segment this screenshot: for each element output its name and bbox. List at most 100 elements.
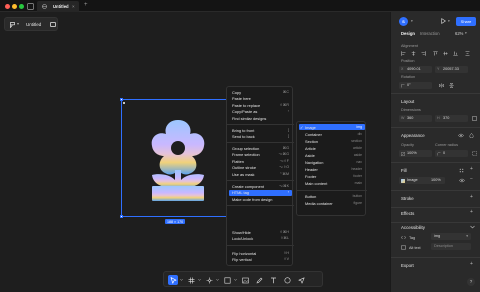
resize-handle-top-left[interactable] [120, 98, 123, 101]
y-position-input[interactable]: Y 20057.33 [435, 66, 468, 73]
tag-option-media-container[interactable]: Media container figure [299, 200, 365, 206]
eye-icon[interactable] [458, 133, 464, 138]
shape-tool[interactable] [222, 275, 232, 285]
maximize-window-button[interactable] [19, 4, 24, 9]
file-name: Untitled [26, 22, 42, 27]
share-button[interactable]: Share [456, 17, 476, 26]
menu-item-make-code[interactable]: Make code from design [229, 196, 292, 202]
x-position-input[interactable]: X 4090.01 [399, 66, 432, 73]
chevron-down-icon[interactable] [180, 278, 183, 282]
rotation-input[interactable]: 0° [399, 82, 432, 89]
text-tool[interactable] [268, 275, 278, 285]
chevron-down-icon[interactable]: ▾ [448, 19, 450, 23]
independent-corners-icon[interactable] [472, 151, 477, 156]
menu-item-copy[interactable]: Copy ⌘C [229, 89, 292, 95]
tab-design[interactable]: Design [401, 31, 415, 36]
flip-vertical-icon[interactable] [449, 83, 454, 88]
constrain-proportions-icon[interactable] [472, 116, 477, 121]
corner-radius-handle[interactable] [123, 102, 125, 104]
menu-item-create-component[interactable]: Create component ⌥⌘K [229, 183, 292, 189]
align-top-icon[interactable] [433, 51, 438, 56]
add-fill-icon[interactable]: + [470, 166, 473, 172]
minimize-window-button[interactable] [12, 4, 17, 9]
menu-item-copy-paste-as[interactable]: Copy/Paste as › [229, 109, 292, 115]
pen-tool[interactable] [204, 275, 214, 285]
frame-tool[interactable] [186, 275, 196, 285]
tag-option-article[interactable]: Article article [299, 145, 365, 151]
align-right-icon[interactable] [421, 51, 426, 56]
menu-item-flip-vertical[interactable]: Flip vertical ⇧V [229, 257, 292, 263]
panel-toggle-icon[interactable] [50, 22, 56, 27]
menu-item-flip-horizontal[interactable]: Flip horizontal ⇧H [229, 250, 292, 256]
tag-option-container[interactable]: Container div [299, 131, 365, 137]
align-bottom-icon[interactable] [453, 51, 458, 56]
chevron-down-icon[interactable]: ▾ [465, 31, 467, 35]
chevron-down-icon[interactable] [198, 278, 201, 282]
tag-select[interactable]: img ▾ [431, 233, 471, 240]
comment-tool[interactable] [282, 275, 292, 285]
menu-item-flatten[interactable]: Flatten ⌥⇧F [229, 158, 292, 164]
tag-option-button[interactable]: Button button [299, 193, 365, 199]
add-stroke-icon[interactable]: + [470, 194, 473, 200]
tab-untitled[interactable]: Untitled × [37, 1, 79, 12]
image-tool[interactable] [240, 275, 250, 285]
pencil-tool[interactable] [254, 275, 264, 285]
tag-option-image[interactable]: ✓ Image img [299, 124, 365, 130]
tag-option-header[interactable]: Header header [299, 166, 365, 172]
fill-styles-icon[interactable] [459, 168, 464, 173]
remove-fill-icon[interactable]: − [470, 176, 473, 182]
menu-item-find-similar[interactable]: Find similar designs [229, 115, 292, 121]
menu-item-group-selection[interactable]: Group selection ⌘G [229, 145, 292, 151]
avatar[interactable]: S [399, 17, 408, 26]
tag-option-footer[interactable]: Footer footer [299, 173, 365, 179]
close-window-button[interactable] [5, 4, 10, 9]
add-export-icon[interactable]: + [470, 261, 473, 267]
new-tab-icon[interactable]: + [84, 2, 88, 8]
blend-mode-icon[interactable] [469, 133, 474, 138]
menu-divider [227, 245, 294, 246]
corner-radius-input[interactable]: 0 [435, 150, 468, 157]
menu-item-lock-unlock[interactable]: Lock/Unlock ⇧⌘L [229, 236, 292, 242]
file-menu[interactable]: ▾ Untitled [4, 17, 58, 31]
chevron-down-icon[interactable] [470, 225, 475, 229]
chevron-down-icon[interactable] [234, 278, 237, 282]
width-input[interactable]: W 360 [399, 115, 432, 122]
menu-item-send-to-back[interactable]: Send to back [ [229, 134, 292, 140]
chevron-down-icon[interactable] [216, 278, 219, 282]
add-effect-icon[interactable]: + [470, 209, 473, 215]
eye-icon[interactable] [459, 178, 465, 183]
menu-item-paste-to-replace[interactable]: Paste to replace ⇧⌘R [229, 102, 292, 108]
rotation-value: 0° [407, 83, 411, 88]
alt-text-input[interactable]: Description [431, 243, 471, 250]
help-button[interactable]: ? [467, 278, 475, 286]
home-icon[interactable] [27, 3, 34, 10]
zoom-level[interactable]: 62% [455, 31, 463, 36]
resize-handle-bottom-left[interactable] [120, 215, 123, 218]
opacity-input[interactable]: 100% [399, 150, 432, 157]
tag-option-tag: footer [353, 173, 362, 178]
tab-interaction[interactable]: Interaction [420, 31, 440, 36]
tag-option-navigation[interactable]: Navigation nav [299, 159, 365, 165]
share-tool[interactable] [296, 275, 306, 285]
menu-item-bring-to-front[interactable]: Bring to front] [229, 127, 292, 133]
menu-item-frame-selection[interactable]: Frame selection ⌥⌘G [229, 152, 292, 158]
chevron-down-icon[interactable]: ▾ [411, 19, 413, 23]
tab-close-icon[interactable]: × [72, 4, 75, 9]
tag-option-aside[interactable]: Aside aside [299, 152, 365, 158]
menu-item-html-tag[interactable]: HTML tag › [229, 189, 292, 196]
height-input[interactable]: H 370 [435, 115, 468, 122]
fill-image-row[interactable]: Image 100% [399, 177, 445, 184]
move-tool[interactable] [168, 275, 178, 285]
flip-horizontal-icon[interactable] [439, 83, 444, 88]
menu-item-outline-stroke[interactable]: Outline stroke ⌥⇧O [229, 165, 292, 171]
align-center-h-icon[interactable] [411, 51, 416, 56]
tag-option-main-content[interactable]: Main content main [299, 180, 365, 186]
menu-item-show-hide[interactable]: Show/Hide ⇧⌘H [229, 229, 292, 235]
menu-item-use-as-mask[interactable]: Use as mask ⌃⌘M [229, 171, 292, 177]
align-center-v-icon[interactable] [443, 51, 448, 56]
tag-option-section[interactable]: Section section [299, 138, 365, 144]
menu-item-paste-here[interactable]: Paste here [229, 96, 292, 102]
align-left-icon[interactable] [401, 51, 406, 56]
distribute-icon[interactable] [465, 51, 470, 56]
play-icon[interactable] [441, 18, 446, 24]
